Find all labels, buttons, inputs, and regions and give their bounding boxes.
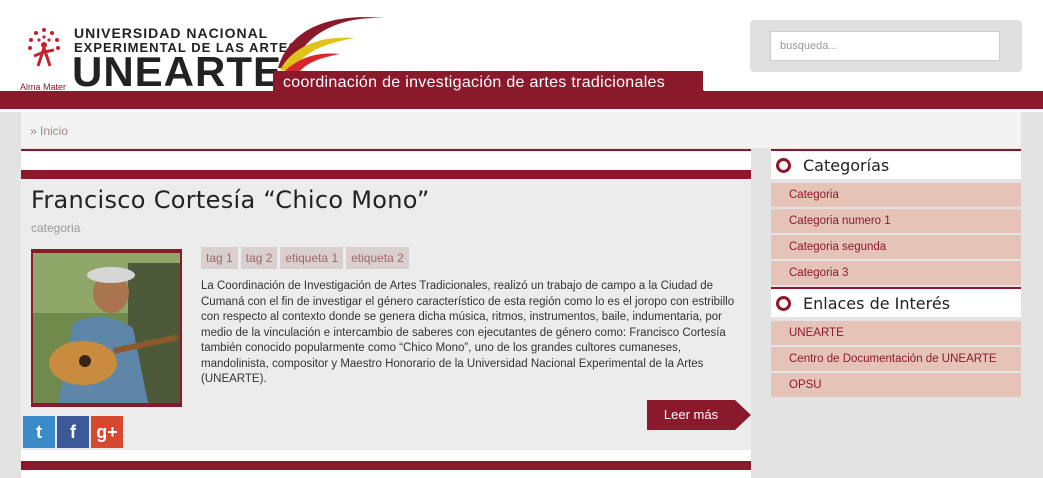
categories-title: Categorías bbox=[803, 155, 890, 175]
sidebar-item-category[interactable]: Categoria bbox=[771, 183, 1021, 207]
main-top-rule bbox=[21, 149, 751, 151]
article-card-top-rule bbox=[21, 170, 751, 179]
circle-bullet-icon bbox=[776, 295, 791, 311]
article-tags: tag 1 tag 2 etiqueta 1 etiqueta 2 bbox=[201, 247, 409, 269]
breadcrumb-home-link[interactable]: » Inicio bbox=[30, 124, 68, 138]
article-photo[interactable] bbox=[31, 249, 182, 407]
categories-heading: Categorías bbox=[771, 149, 1021, 179]
sidebar-item-link[interactable]: Centro de Documentación de UNEARTE bbox=[771, 347, 1021, 371]
sidebar-item-category[interactable]: Categoria segunda bbox=[771, 235, 1021, 259]
read-more-button[interactable]: Leer más bbox=[647, 400, 735, 430]
sidebar: Categorías Categoria Categoria numero 1 … bbox=[771, 149, 1021, 397]
sidebar-item-category[interactable]: Categoria 3 bbox=[771, 261, 1021, 285]
next-article-top-rule bbox=[21, 461, 751, 470]
sidebar-item-link[interactable]: UNEARTE bbox=[771, 321, 1021, 345]
ribbon-tip bbox=[690, 71, 704, 91]
article-body: La Coordinación de Investigación de Arte… bbox=[201, 280, 735, 385]
tag-link[interactable]: tag 2 bbox=[240, 247, 278, 269]
mandolin-player-photo bbox=[33, 253, 180, 403]
google-plus-icon[interactable]: g+ bbox=[91, 416, 123, 448]
breadcrumb bbox=[21, 112, 1021, 148]
article-title[interactable]: Francisco Cortesía “Chico Mono” bbox=[31, 186, 430, 214]
university-name-line1: UNIVERSIDAD NACIONAL bbox=[74, 25, 269, 41]
search-input[interactable] bbox=[770, 31, 1000, 61]
sidebar-item-link[interactable]: OPSU bbox=[771, 373, 1021, 397]
twitter-icon[interactable]: t bbox=[23, 416, 55, 448]
circle-bullet-icon bbox=[776, 157, 791, 173]
site-logo-acronym[interactable]: UNEARTE bbox=[72, 50, 282, 94]
tag-link[interactable]: etiqueta 1 bbox=[280, 247, 344, 269]
read-more-arrow[interactable] bbox=[735, 400, 751, 430]
sidebar-item-category[interactable]: Categoria numero 1 bbox=[771, 209, 1021, 233]
article-category[interactable]: categoria bbox=[31, 221, 80, 235]
flag-swoosh-icon bbox=[278, 17, 385, 74]
facebook-icon[interactable]: f bbox=[57, 416, 89, 448]
tag-link[interactable]: etiqueta 2 bbox=[346, 247, 409, 269]
links-title: Enlaces de Interés bbox=[803, 293, 951, 313]
links-heading: Enlaces de Interés bbox=[771, 287, 1021, 317]
tag-link[interactable]: tag 1 bbox=[201, 247, 238, 269]
coordination-title: coordinación de investigación de artes t… bbox=[283, 74, 666, 91]
alma-mater-logo-icon bbox=[28, 28, 60, 67]
social-share: t f g+ bbox=[23, 416, 123, 448]
